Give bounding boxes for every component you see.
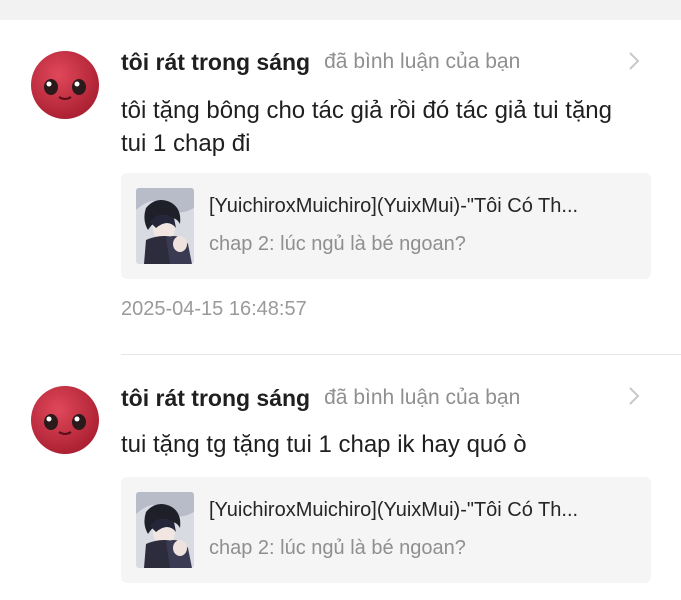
- action-text: đã bình luận của bạn: [324, 50, 521, 73]
- manga-thumbnail: [136, 492, 194, 568]
- comment-header: tôi rát trong sáng đã bình luận của bạn: [121, 47, 520, 77]
- action-text: đã bình luận của bạn: [324, 386, 521, 409]
- chevron-right-icon[interactable]: [626, 386, 642, 406]
- avatar[interactable]: [31, 51, 99, 119]
- chapter-card-subtitle: chap 2: lúc ngủ là bé ngoan?: [209, 537, 466, 559]
- manga-thumbnail: [136, 188, 194, 264]
- chapter-card-title: [YuichiroxMuichiro](YuixMui)-"Tôi Có Th.…: [209, 499, 579, 521]
- avatar[interactable]: [31, 386, 99, 454]
- chapter-card[interactable]: [YuichiroxMuichiro](YuixMui)-"Tôi Có Th.…: [121, 173, 651, 279]
- chapter-card-title: [YuichiroxMuichiro](YuixMui)-"Tôi Có Th.…: [209, 195, 579, 217]
- username[interactable]: tôi rát trong sáng: [121, 385, 310, 412]
- comment-item[interactable]: tôi rát trong sáng đã bình luận của bạn …: [0, 20, 681, 355]
- chevron-right-icon[interactable]: [626, 51, 642, 71]
- comment-text: tôi tặng bông cho tác giả rồi đó tác giả…: [121, 97, 613, 157]
- top-status-strip: [0, 0, 681, 20]
- chapter-card[interactable]: [YuichiroxMuichiro](YuixMui)-"Tôi Có Th.…: [121, 477, 651, 583]
- timestamp: 2025-04-15 16:48:57: [121, 298, 307, 320]
- comment-item[interactable]: tôi rát trong sáng đã bình luận của bạn …: [0, 356, 681, 600]
- divider: [121, 354, 681, 355]
- chapter-card-subtitle: chap 2: lúc ngủ là bé ngoan?: [209, 233, 466, 255]
- comment-header: tôi rát trong sáng đã bình luận của bạn: [121, 383, 520, 413]
- comment-text: tui tặng tg tặng tui 1 chap ik hay quó ò: [121, 431, 527, 458]
- username[interactable]: tôi rát trong sáng: [121, 49, 310, 76]
